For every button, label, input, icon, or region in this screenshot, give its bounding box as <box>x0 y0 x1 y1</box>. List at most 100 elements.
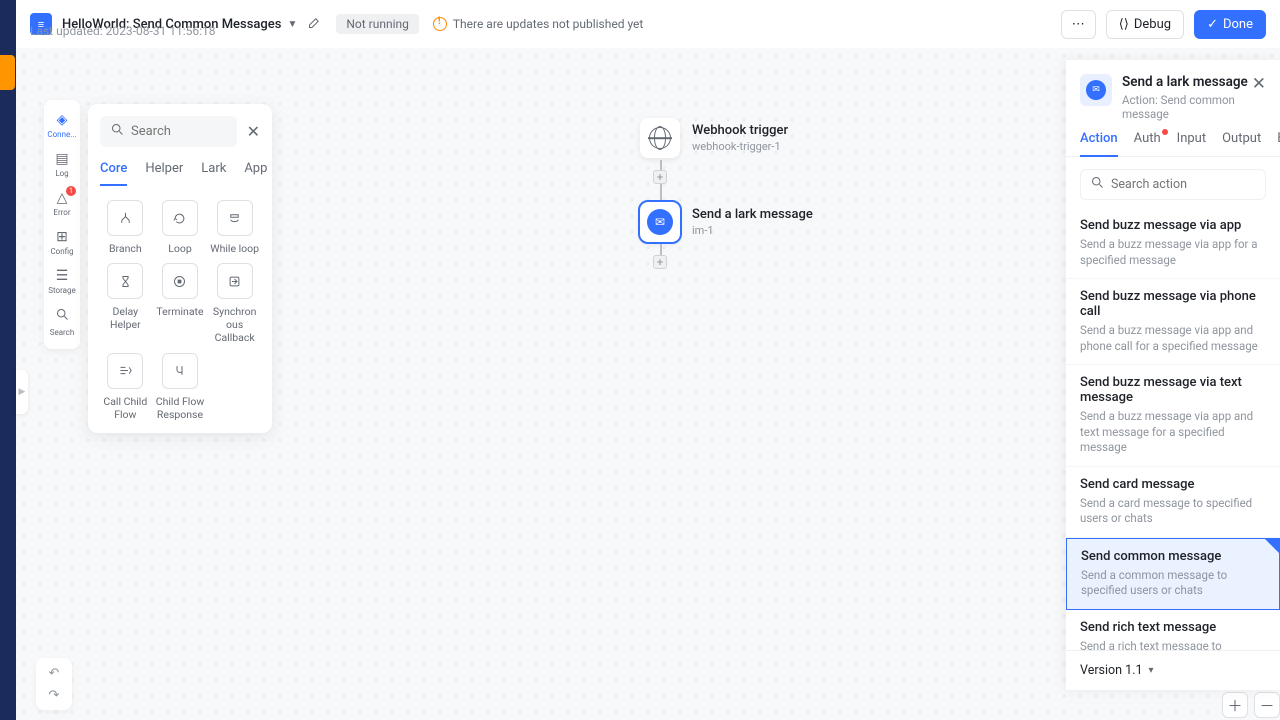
action-item-selected[interactable]: Send common message Send a common message… <box>1066 538 1280 610</box>
lark-node-text: Send a lark message im-1 <box>692 207 813 237</box>
webhook-node-text: Webhook trigger webhook-trigger-1 <box>692 123 788 153</box>
node-label: Loop <box>168 242 192 255</box>
search-icon <box>55 307 70 326</box>
action-title: Send buzz message via phone call <box>1080 289 1266 319</box>
add-node-handle[interactable]: + <box>653 170 667 184</box>
node-search[interactable] <box>100 116 237 147</box>
action-title: Send rich text message <box>1080 620 1266 635</box>
node-branch[interactable]: Branch <box>100 200 151 255</box>
panel-tabs: Action Auth Input Output Error <box>1066 131 1280 157</box>
zoom-out-button[interactable]: － <box>1254 692 1280 718</box>
update-text: There are updates not published yet <box>453 17 643 31</box>
tab-output[interactable]: Output <box>1222 131 1261 156</box>
node-delay[interactable]: Delay Helper <box>100 263 151 344</box>
tab-action[interactable]: Action <box>1080 131 1118 156</box>
action-search-wrap[interactable] <box>1080 169 1266 200</box>
action-title: Send buzz message via text message <box>1080 375 1266 405</box>
add-node-handle[interactable]: + <box>653 255 667 269</box>
action-item[interactable]: Send card messageSend a card message to … <box>1066 467 1280 538</box>
node-search-input[interactable] <box>131 124 227 139</box>
node-terminate[interactable]: Terminate <box>155 263 206 344</box>
more-button[interactable]: ⋯ <box>1061 10 1096 39</box>
lark-node-card[interactable]: ✉ <box>640 202 680 242</box>
toolbox-config[interactable]: ⊞Config <box>44 223 80 262</box>
chevron-down-icon[interactable]: ▼ <box>287 19 297 30</box>
code-icon: ⟨⟩ <box>1119 17 1129 32</box>
toolbox-label: Search <box>50 328 75 337</box>
close-icon[interactable]: ✕ <box>247 122 260 141</box>
action-desc: Send a buzz message via app for a specif… <box>1080 237 1266 268</box>
action-desc: Send a buzz message via app and phone ca… <box>1080 323 1266 354</box>
edit-icon[interactable] <box>307 15 322 34</box>
toolbox-label: Log <box>55 169 68 178</box>
debug-button[interactable]: ⟨⟩ Debug <box>1106 10 1184 39</box>
tab-helper[interactable]: Helper <box>145 161 183 186</box>
action-item[interactable]: Send buzz message via text message Send a… <box>1066 365 1280 467</box>
tab-core[interactable]: Core <box>100 161 127 186</box>
panel-subtitle: Action: Send common message <box>1122 93 1252 121</box>
zoom-in-button[interactable]: ＋ <box>1222 692 1248 718</box>
node-subtitle: webhook-trigger-1 <box>692 140 788 153</box>
tab-lark[interactable]: Lark <box>201 161 226 186</box>
node-label: Call Child Flow <box>103 395 147 421</box>
toolbox-rail: ◈Conne... ▤Log △Error1 ⊞Config ☰Storage … <box>44 100 80 349</box>
toolbox-label: Error <box>53 208 70 217</box>
toolbox-storage[interactable]: ☰Storage <box>44 262 80 301</box>
auth-dot-icon <box>1162 129 1168 135</box>
check-icon: ✓ <box>1207 17 1218 32</box>
action-title: Send common message <box>1081 549 1265 564</box>
version-selector[interactable]: Version 1.1 ▾ <box>1066 650 1280 690</box>
redo-button[interactable]: ↷ <box>40 684 68 706</box>
toolbox-error[interactable]: △Error1 <box>44 184 80 223</box>
node-sync-callback[interactable]: Synchron ous Callback <box>209 263 260 344</box>
version-label: Version 1.1 <box>1080 663 1143 678</box>
collapse-sidebar-handle[interactable]: ▶ <box>16 370 28 414</box>
tab-input[interactable]: Input <box>1177 131 1206 156</box>
child-response-icon <box>162 353 198 389</box>
chevron-down-icon: ▾ <box>1149 665 1154 676</box>
node-label: Delay Helper <box>100 305 151 331</box>
node-category-tabs: Core Helper Lark App <box>100 161 260 186</box>
action-item[interactable]: Send buzz message via phone call Send a b… <box>1066 279 1280 365</box>
toolbox-connector[interactable]: ◈Conne... <box>44 106 80 145</box>
node-call-child[interactable]: Call Child Flow <box>100 353 151 421</box>
webhook-node-card[interactable] <box>640 118 680 158</box>
toolbox-search[interactable]: Search <box>44 301 80 343</box>
action-title: Send card message <box>1080 477 1266 492</box>
done-button[interactable]: ✓ Done <box>1194 10 1266 39</box>
action-item[interactable]: Send buzz message via app Send a buzz mes… <box>1066 208 1280 279</box>
connector-icon: ◈ <box>57 112 68 128</box>
flow-node-lark-message[interactable]: ✉ Send a lark message im-1 <box>640 202 813 242</box>
node-title: Webhook trigger <box>692 123 788 138</box>
panel-node-icon: ✉ <box>1080 74 1112 106</box>
action-list[interactable]: Send buzz message via app Send a buzz mes… <box>1066 208 1280 650</box>
globe-icon <box>649 127 671 149</box>
node-subtitle: im-1 <box>692 224 813 237</box>
node-child-response[interactable]: Child Flow Response <box>155 353 206 421</box>
last-updated: Last updated: 2023-08-31 11:56:18 <box>30 24 216 38</box>
node-label: Synchron ous Callback <box>213 305 257 344</box>
child-flow-icon <box>107 353 143 389</box>
log-icon: ▤ <box>55 151 68 167</box>
close-icon[interactable]: ✕ <box>1252 74 1266 94</box>
node-while-loop[interactable]: While loop <box>209 200 260 255</box>
action-desc: Send a buzz message via app and text mes… <box>1080 409 1266 456</box>
tab-app[interactable]: App <box>244 161 267 186</box>
done-label: Done <box>1223 17 1253 32</box>
undo-button[interactable]: ↶ <box>40 662 68 684</box>
node-config-panel: ✉ Send a lark message Action: Send commo… <box>1066 60 1280 690</box>
action-title: Send buzz message via app <box>1080 218 1266 233</box>
search-icon <box>110 122 125 141</box>
toolbox-log[interactable]: ▤ Log <box>44 145 80 184</box>
node-grid: Branch Loop While loop Delay Helper Term… <box>100 200 260 421</box>
action-desc: Send a common message to specified users… <box>1081 568 1265 599</box>
tab-auth[interactable]: Auth <box>1134 131 1161 156</box>
hourglass-icon <box>107 263 143 299</box>
action-search-input[interactable] <box>1111 177 1256 192</box>
flow-node-webhook[interactable]: Webhook trigger webhook-trigger-1 <box>640 118 788 158</box>
update-notice: There are updates not published yet <box>433 17 643 31</box>
node-picker-panel: ✕ Core Helper Lark App Branch Loop While… <box>88 104 272 433</box>
action-item[interactable]: Send rich text messageSend a rich text m… <box>1066 610 1280 650</box>
terminate-icon <box>162 263 198 299</box>
node-loop[interactable]: Loop <box>155 200 206 255</box>
